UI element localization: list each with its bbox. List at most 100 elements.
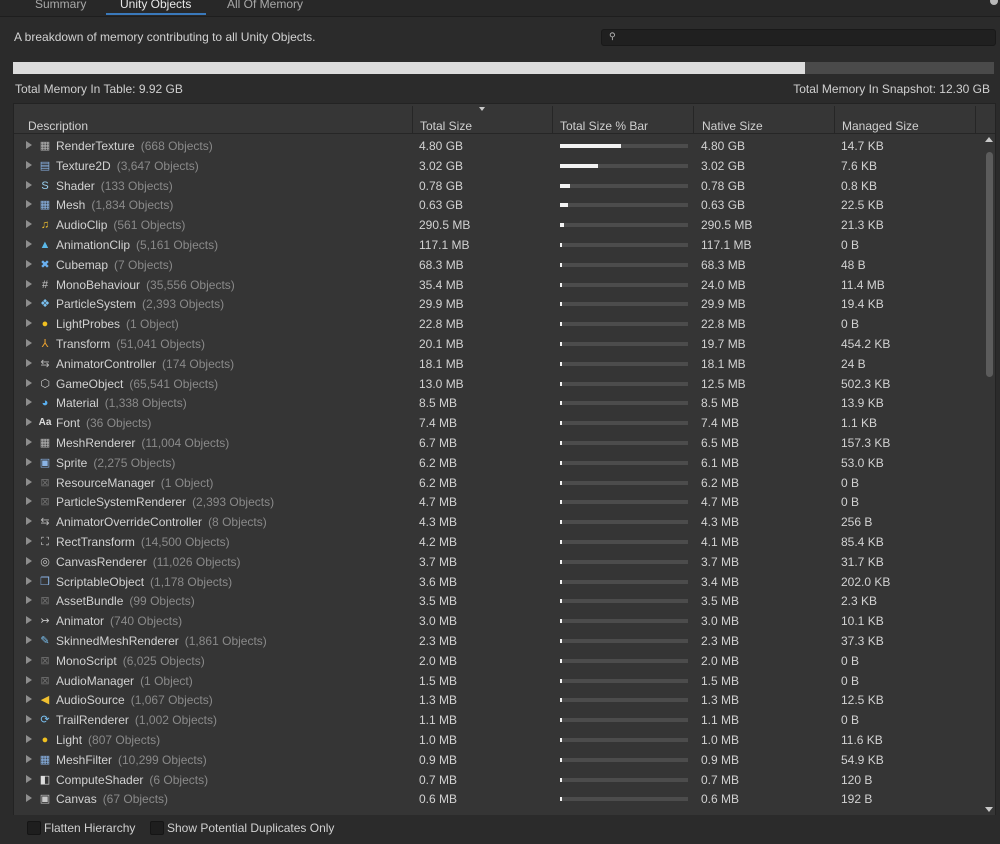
table-row[interactable]: ⊠ MonoScript (6,025 Objects) 2.0 MB 2.0 MB 0 …: [14, 651, 984, 671]
column-description[interactable]: Description: [28, 119, 88, 133]
expand-arrow-icon[interactable]: [26, 319, 32, 328]
table-row[interactable]: ▦ MeshRenderer (11,004 Objects) 6.7 MB 6.5 M…: [14, 433, 984, 453]
table-row[interactable]: ↣ Animator (740 Objects) 3.0 MB 3.0 MB 10.1 K…: [14, 611, 984, 631]
table-row[interactable]: ▤ Texture2D (3,647 Objects) 3.02 GB 3.02 GB 7…: [14, 156, 984, 176]
expand-arrow-icon[interactable]: [26, 477, 32, 486]
table-row[interactable]: ● LightProbes (1 Object) 22.8 MB 22.8 MB 0 B: [14, 314, 984, 334]
managed-size-cell: 11.6 KB: [841, 733, 883, 747]
size-percentage-fill: [560, 797, 562, 802]
expand-arrow-icon[interactable]: [26, 497, 32, 506]
table-row[interactable]: ⅄ Transform (51,041 Objects) 20.1 MB 19.7 MB…: [14, 334, 984, 354]
expand-arrow-icon[interactable]: [26, 299, 32, 308]
expand-arrow-icon[interactable]: [26, 517, 32, 526]
table-row[interactable]: ❖ ParticleSystem (2,393 Objects) 29.9 MB 29.…: [14, 294, 984, 314]
table-row[interactable]: ⬡ GameObject (65,541 Objects) 13.0 MB 12.5 M…: [14, 374, 984, 394]
table-row[interactable]: S Shader (133 Objects) 0.78 GB 0.78 GB 0.8 KB: [14, 176, 984, 196]
expand-arrow-icon[interactable]: [26, 556, 32, 565]
size-percentage-fill: [560, 678, 562, 683]
expand-arrow-icon[interactable]: [26, 457, 32, 466]
expand-arrow-icon[interactable]: [26, 438, 32, 446]
expand-arrow-icon[interactable]: [26, 715, 32, 724]
table-row[interactable]: ▦ RenderTexture (668 Objects) 4.80 GB 4.80 G…: [14, 136, 984, 156]
expand-arrow-icon[interactable]: [26, 774, 32, 783]
table-row[interactable]: ◧ ComputeShader (6 Objects) 0.7 MB 0.7 MB 120…: [14, 770, 984, 790]
object-count: (668 Objects): [140, 139, 213, 153]
scroll-down-icon[interactable]: [985, 807, 993, 812]
expand-arrow-icon[interactable]: [26, 220, 32, 229]
expand-arrow-icon[interactable]: [26, 735, 32, 743]
table-row[interactable]: ▦ MeshFilter (10,299 Objects) 0.9 MB 0.9 MB 5…: [14, 750, 984, 770]
expand-arrow-icon[interactable]: [26, 378, 32, 387]
expand-arrow-icon[interactable]: [26, 398, 32, 407]
column-total-size-bar[interactable]: Total Size % Bar: [560, 119, 648, 133]
expand-arrow-icon[interactable]: [26, 180, 32, 189]
expand-arrow-icon[interactable]: [26, 616, 32, 625]
expand-arrow-icon[interactable]: [26, 240, 32, 248]
flatten-hierarchy-label[interactable]: Flatten Hierarchy: [44, 821, 135, 835]
table-row[interactable]: ⛶ RectTransform (14,500 Objects) 4.2 MB 4.1 …: [14, 532, 984, 552]
type-name: ResourceManager: [56, 475, 155, 490]
table-row[interactable]: ● Light (807 Objects) 1.0 MB 1.0 MB 11.6 KB: [14, 730, 984, 750]
column-separator[interactable]: [693, 106, 694, 133]
column-separator[interactable]: [412, 106, 413, 133]
tab-summary[interactable]: Summary: [35, 0, 86, 14]
expand-arrow-icon[interactable]: [26, 754, 32, 763]
column-managed-size[interactable]: Managed Size: [842, 119, 919, 133]
table-row[interactable]: ▣ Canvas (67 Objects) 0.6 MB 0.6 MB 192 B: [14, 789, 984, 809]
column-native-size[interactable]: Native Size: [702, 119, 763, 133]
window-options-icon[interactable]: [990, 0, 998, 5]
expand-arrow-icon[interactable]: [26, 576, 32, 585]
table-row[interactable]: ✖ Cubemap (7 Objects) 68.3 MB 68.3 MB 48 B: [14, 255, 984, 275]
table-row[interactable]: ▦ Mesh (1,834 Objects) 0.63 GB 0.63 GB 22.5 K…: [14, 195, 984, 215]
column-separator[interactable]: [975, 106, 976, 133]
expand-arrow-icon[interactable]: [26, 160, 32, 169]
row-description: Font (36 Objects): [56, 416, 151, 430]
table-row[interactable]: ▣ Sprite (2,275 Objects) 6.2 MB 6.1 MB 53.0 K…: [14, 453, 984, 473]
vertical-scrollbar[interactable]: [983, 134, 995, 815]
column-separator[interactable]: [552, 106, 553, 133]
expand-arrow-icon[interactable]: [26, 200, 32, 209]
expand-arrow-icon[interactable]: [26, 655, 32, 664]
table-row[interactable]: ◕ Material (1,338 Objects) 8.5 MB 8.5 MB 13.9…: [14, 393, 984, 413]
table-row[interactable]: ◎ CanvasRenderer (11,026 Objects) 3.7 MB 3.7…: [14, 552, 984, 572]
column-separator[interactable]: [834, 106, 835, 133]
expand-arrow-icon[interactable]: [26, 418, 32, 427]
expand-arrow-icon[interactable]: [26, 358, 32, 367]
cubemap-icon: ✖: [40, 258, 50, 271]
table-row[interactable]: ❒ ScriptableObject (1,178 Objects) 3.6 MB 3.…: [14, 572, 984, 592]
table-row[interactable]: ⇆ AnimatorOverrideController (8 Objects) 4.…: [14, 512, 984, 532]
table-row[interactable]: ⊠ ResourceManager (1 Object) 6.2 MB 6.2 MB 0 …: [14, 473, 984, 493]
show-duplicates-checkbox[interactable]: [150, 821, 164, 835]
expand-arrow-icon[interactable]: [26, 675, 32, 684]
expand-arrow-icon[interactable]: [26, 596, 32, 605]
table-row[interactable]: ⟳ TrailRenderer (1,002 Objects) 1.1 MB 1.1 M…: [14, 710, 984, 730]
expand-arrow-icon[interactable]: [26, 695, 32, 704]
scroll-up-icon[interactable]: [985, 137, 993, 142]
scrollbar-thumb[interactable]: [986, 152, 993, 377]
flatten-hierarchy-checkbox[interactable]: [27, 821, 41, 835]
show-duplicates-label[interactable]: Show Potential Duplicates Only: [167, 821, 334, 835]
table-row[interactable]: ⊠ AudioManager (1 Object) 1.5 MB 1.5 MB 0 B: [14, 671, 984, 691]
expand-arrow-icon[interactable]: [26, 636, 32, 644]
table-row[interactable]: ♫ AudioClip (561 Objects) 290.5 MB 290.5 MB 2…: [14, 215, 984, 235]
tab-unity-objects[interactable]: Unity Objects: [120, 0, 191, 14]
table-row[interactable]: ⇆ AnimatorController (174 Objects) 18.1 MB 1…: [14, 354, 984, 374]
search-input[interactable]: ⚲: [601, 29, 996, 46]
table-row[interactable]: ▲ AnimationClip (5,161 Objects) 117.1 MB 117…: [14, 235, 984, 255]
table-row[interactable]: ⊠ ParticleSystemRenderer (2,393 Objects) 4.…: [14, 492, 984, 512]
table-row[interactable]: ✎ SkinnedMeshRenderer (1,861 Objects) 2.3 M…: [14, 631, 984, 651]
expand-arrow-icon[interactable]: [26, 794, 32, 803]
tab-all-of-memory[interactable]: All Of Memory: [227, 0, 303, 14]
table-row[interactable]: Aa Font (36 Objects) 7.4 MB 7.4 MB 1.1 KB: [14, 413, 984, 433]
expand-arrow-icon[interactable]: [26, 537, 32, 545]
expand-arrow-icon[interactable]: [26, 339, 32, 347]
table-row[interactable]: # MonoBehaviour (35,556 Objects) 35.4 MB 24.…: [14, 275, 984, 295]
expand-arrow-icon[interactable]: [26, 259, 32, 268]
row-description: CanvasRenderer (11,026 Objects): [56, 555, 241, 569]
column-total-size[interactable]: Total Size: [420, 119, 472, 133]
table-row[interactable]: ⊠ AssetBundle (99 Objects) 3.5 MB 3.5 MB 2.3 …: [14, 591, 984, 611]
total-size-cell: 7.4 MB: [419, 416, 458, 431]
table-row[interactable]: ◀ AudioSource (1,067 Objects) 1.3 MB 1.3 MB 1…: [14, 690, 984, 710]
expand-arrow-icon[interactable]: [26, 141, 32, 149]
expand-arrow-icon[interactable]: [26, 279, 32, 288]
